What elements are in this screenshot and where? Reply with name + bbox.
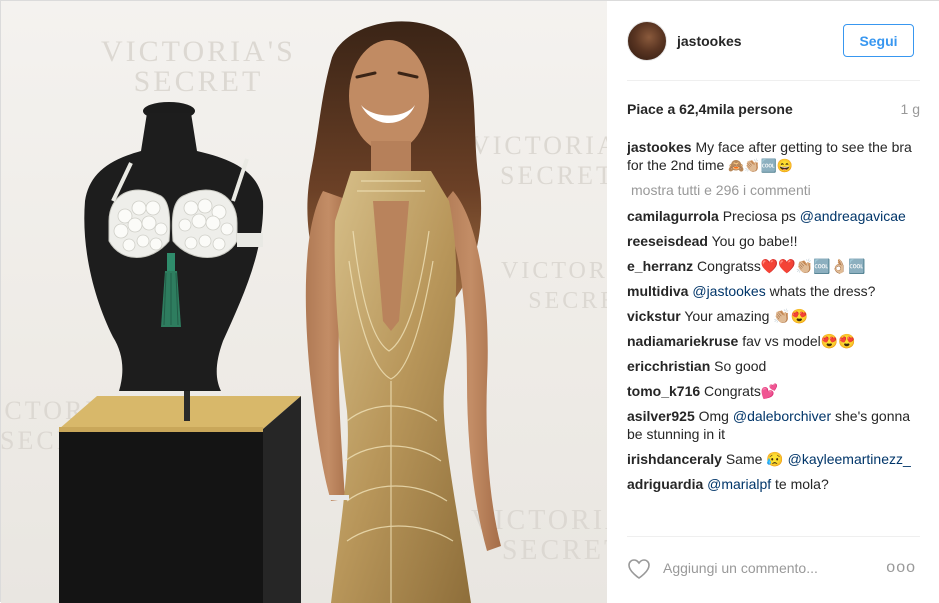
face (349, 40, 429, 152)
post-details-panel: jastookes Segui Piace a 62,4mila persone… (607, 1, 939, 603)
avatar[interactable] (627, 21, 667, 61)
comment-text: Congratss❤️❤️👏🏼🆒👌🏼🆒 (697, 258, 866, 274)
comment-text: whats the dress? (769, 283, 876, 299)
post-age[interactable]: 1 g (901, 101, 920, 117)
comments-list[interactable]: jastookes My face after getting to see t… (627, 138, 920, 534)
post-modal: VICTORIA'S SECRET VICTORIA'S SECRET VICT… (0, 0, 939, 603)
comment-text: Omg (698, 408, 729, 424)
comment-username[interactable]: e_herranz (627, 258, 693, 274)
caption-username[interactable]: jastookes (627, 139, 692, 155)
comment-mention[interactable]: @andreagavicae (800, 208, 906, 224)
add-comment-input[interactable]: Aggiungi un commento... (663, 560, 818, 576)
comment-username[interactable]: nadiamariekruse (627, 333, 738, 349)
comment-username[interactable]: multidiva (627, 283, 688, 299)
comment-item: e_herranz Congratss❤️❤️👏🏼🆒👌🏼🆒 (627, 257, 920, 275)
comment-item: reeseisdead You go babe!! (627, 232, 920, 250)
comment-mention[interactable]: @daleborchiver (733, 408, 831, 424)
pedestal-front (59, 429, 263, 603)
comment-text: Preciosa ps (722, 208, 796, 224)
comment-mention[interactable]: @kayleemartinezz_ (788, 451, 911, 467)
caption-emoji: 🙈👏🏼🆒😄 (728, 158, 793, 173)
comment-username[interactable]: ericchristian (627, 358, 710, 374)
comment-item: multidiva @jastookes whats the dress? (627, 282, 920, 300)
post-footer: Aggiungi un commento... ooo (607, 549, 939, 589)
likes-count[interactable]: Piace a 62,4mila persone (627, 101, 793, 117)
caption: jastookes My face after getting to see t… (627, 138, 920, 175)
comment-text: te mola? (775, 476, 829, 492)
comment-username[interactable]: reeseisdead (627, 233, 708, 249)
comment-text: Your amazing 👏🏼😍 (684, 308, 809, 324)
comment-item: asilver925 Omg @daleborchiver she's gonn… (627, 407, 920, 443)
comment-username[interactable]: camilagurrola (627, 208, 719, 224)
comment-item: ericchristian So good (627, 357, 920, 375)
pedestal-top (59, 396, 301, 429)
comment-item: irishdanceraly Same 😥 @kayleemartinezz_ (627, 450, 920, 468)
comment-item: vickstur Your amazing 👏🏼😍 (627, 307, 920, 325)
comment-item: nadiamariekruse fav vs model😍😍 (627, 332, 920, 350)
more-options-icon[interactable]: ooo (886, 559, 916, 577)
comment-username[interactable]: asilver925 (627, 408, 695, 424)
comment-username[interactable]: adriguardia (627, 476, 703, 492)
header-divider (627, 80, 920, 81)
follow-button[interactable]: Segui (843, 24, 914, 57)
author-username[interactable]: jastookes (677, 33, 742, 49)
comment-username[interactable]: tomo_k716 (627, 383, 700, 399)
comment-text: You go babe!! (711, 233, 798, 249)
comment-item: tomo_k716 Congrats💕 (627, 382, 920, 400)
comment-text: Same 😥 (725, 451, 784, 467)
pedestal-side (263, 396, 301, 603)
comment-username[interactable]: irishdanceraly (627, 451, 722, 467)
heart-icon[interactable] (627, 558, 651, 580)
comment-item: camilagurrola Preciosa ps @andreagavicae (627, 207, 920, 225)
comment-item: adriguardia @marialpf te mola? (627, 475, 920, 493)
comment-mention[interactable]: @marialpf (707, 476, 771, 492)
footer-divider (627, 536, 920, 537)
comment-text: fav vs model😍😍 (742, 333, 856, 349)
view-all-comments-link[interactable]: mostra tutti e 296 i commenti (631, 181, 920, 199)
comment-text: So good (714, 358, 767, 374)
comment-username[interactable]: vickstur (627, 308, 681, 324)
comment-mention[interactable]: @jastookes (692, 283, 765, 299)
comment-text: Congrats💕 (704, 383, 779, 399)
post-photo[interactable]: VICTORIA'S SECRET VICTORIA'S SECRET VICT… (1, 1, 607, 603)
post-header: jastookes Segui (607, 1, 939, 81)
photo-illustration (59, 21, 501, 603)
mannequin-body (84, 113, 264, 391)
tassel-top (167, 253, 175, 271)
